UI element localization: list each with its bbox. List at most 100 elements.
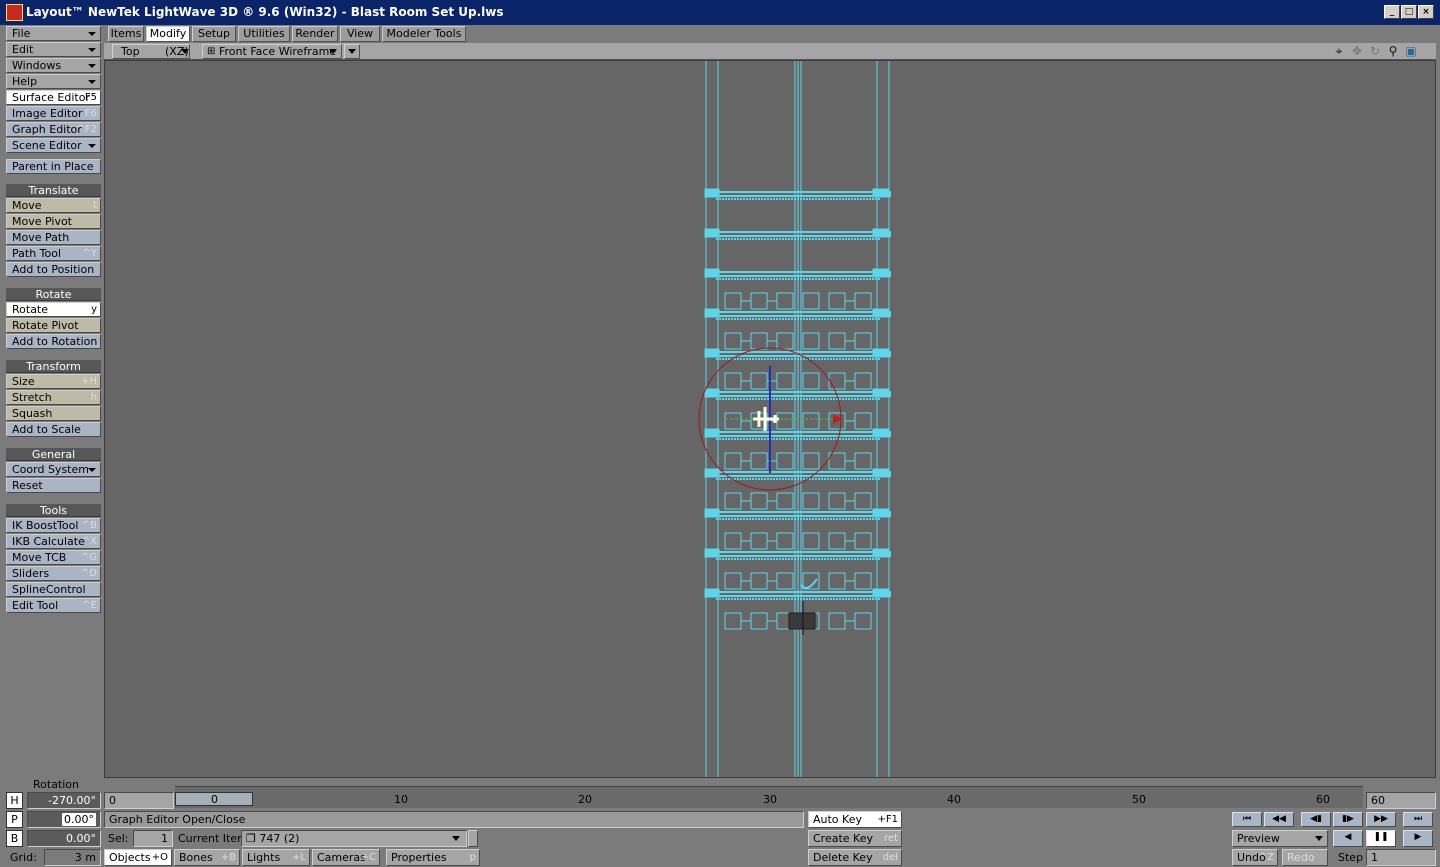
delete-key-shortcut: del [882,852,898,863]
tools-header: Tools [6,504,101,517]
lightwave-app-icon[interactable] [6,4,23,21]
tab-bar: Items Modify Setup Utilities Render View… [104,25,1440,43]
move-button[interactable]: Move t [6,198,101,213]
move-tcb-button[interactable]: Move TCB ^G [6,550,101,565]
add-to-scale-button[interactable]: Add to Scale [6,422,101,437]
tab-render[interactable]: Render [292,26,338,42]
bottom-panel: Rotation H -270.00° P 0.00° B 0.00° Grid… [0,778,1440,867]
p-channel-toggle[interactable]: P [6,811,23,828]
splinecontrol-button[interactable]: SplineControl [6,582,101,597]
cameras-button[interactable]: Cameras +C [312,849,380,866]
previous-frame-icon[interactable]: ◀▮ [1301,812,1331,827]
chevron-down-icon [1315,836,1323,841]
timeline-slider[interactable]: 0 10 20 30 40 50 60 [175,786,1363,808]
play-backward-icon[interactable]: ◀ [1333,830,1363,847]
center-item-icon[interactable]: ⌖ [1330,43,1348,60]
reset-button[interactable]: Reset [6,478,101,493]
scene-editor-button[interactable]: Scene Editor [6,138,101,153]
add-to-rotation-button[interactable]: Add to Rotation [6,334,101,349]
create-key-button[interactable]: Create Key ret [808,830,902,847]
viewport-canvas[interactable] [104,60,1436,778]
size-button[interactable]: Size +H [6,374,101,389]
timeline-tick: 20 [578,793,592,806]
pitch-field[interactable]: 0.00° [27,811,101,828]
rotate-pivot-button[interactable]: Rotate Pivot [6,318,101,333]
zoom-icon[interactable]: ⚲ [1384,43,1402,60]
add-to-position-button[interactable]: Add to Position [6,262,101,277]
bones-shortcut: +B [220,852,236,863]
step-field[interactable]: 1 [1366,849,1436,866]
play-forward-icon[interactable]: ▶ [1403,830,1433,847]
move-path-button[interactable]: Move Path [6,230,101,245]
ikb-calculate-shortcut: ^X [81,536,97,547]
parent-in-place-button[interactable]: Parent in Place [6,159,101,174]
lights-button[interactable]: Lights +L [242,849,310,866]
menu-edit-label: Edit [12,43,34,56]
render-mode-dropdown[interactable]: ⊞ Front Face Wireframe [202,44,342,59]
end-frame-field[interactable]: 60 [1366,792,1436,809]
move-label: Move [12,199,42,212]
viewport-options-dropdown[interactable] [344,44,360,59]
current-item-dropdown[interactable]: ❒ 747 (2) [241,830,467,847]
delete-key-button[interactable]: Delete Key del [808,849,902,866]
chevron-down-icon [452,836,460,841]
maximize-viewport-icon[interactable]: ▣ [1402,43,1420,60]
path-tool-shortcut: ^Y [82,248,98,259]
next-key-icon[interactable]: ▶▶ [1366,812,1396,827]
tab-modeler-tools[interactable]: Modeler Tools [382,26,466,42]
path-tool-label: Path Tool [12,247,62,260]
grid-size-field[interactable]: 3 m [44,849,101,866]
h-channel-toggle[interactable]: H [6,792,23,809]
rotate-button[interactable]: Rotate y [6,302,101,317]
rotation-label: Rotation [33,778,80,791]
properties-button[interactable]: Properties p [386,849,480,866]
rotate-view-icon[interactable]: ↻ [1366,43,1384,60]
ikb-calculate-button[interactable]: IKB Calculate ^X [6,534,101,549]
start-frame-field[interactable]: 0 [104,792,174,809]
next-frame-icon[interactable]: ▮▶ [1333,812,1363,827]
sliders-button[interactable]: Sliders ^D [6,566,101,581]
view-type-dropdown[interactable]: Top (XZ) [112,44,190,59]
tab-setup[interactable]: Setup [192,26,236,42]
surface-editor-button[interactable]: Surface Editor F5 [6,90,101,105]
previous-key-icon[interactable]: ◀◀ [1264,812,1294,827]
sliders-shortcut: ^D [80,568,97,579]
menu-file[interactable]: File [6,26,101,41]
heading-field[interactable]: -270.00° [27,792,101,809]
preview-dropdown[interactable]: Preview [1232,830,1328,847]
menu-edit[interactable]: Edit [6,42,101,57]
ik-boosttool-label: IK BoostTool [12,519,79,532]
graph-editor-button[interactable]: Graph Editor ^F2 [6,122,101,137]
pan-icon[interactable]: ✥ [1348,43,1366,60]
b-channel-toggle[interactable]: B [6,830,23,847]
first-frame-icon[interactable]: ⏮ [1232,812,1262,827]
ik-boosttool-button[interactable]: IK BoostTool ^B [6,518,101,533]
squash-button[interactable]: Squash [6,406,101,421]
edit-tool-button[interactable]: Edit Tool ^E [6,598,101,613]
path-tool-button[interactable]: Path Tool ^Y [6,246,101,261]
menu-windows[interactable]: Windows [6,58,101,73]
item-toggle-button[interactable] [468,830,478,847]
tab-utilities[interactable]: Utilities [238,26,290,42]
stretch-button[interactable]: Stretch h [6,390,101,405]
coord-system-dropdown[interactable]: Coord System [6,462,101,477]
pause-icon[interactable]: ❚❚ [1366,830,1396,847]
tab-items[interactable]: Items [108,26,144,42]
sel-count: 1 [133,830,173,847]
redo-button[interactable]: Redo [1282,849,1328,866]
undo-button[interactable]: Undo ^Z [1232,849,1278,866]
menu-help[interactable]: Help [6,74,101,89]
maximize-button[interactable]: □ [1401,5,1417,19]
tab-view[interactable]: View [340,26,380,42]
objects-button[interactable]: Objects +O [104,849,172,866]
last-frame-icon[interactable]: ⏭ [1403,812,1433,827]
tab-modify[interactable]: Modify [146,26,190,42]
image-editor-button[interactable]: Image Editor F6 [6,106,101,121]
close-button[interactable]: × [1418,5,1434,19]
auto-key-button[interactable]: Auto Key +F1 [808,811,902,828]
scene-editor-label: Scene Editor [12,139,82,152]
move-pivot-button[interactable]: Move Pivot [6,214,101,229]
bones-button[interactable]: Bones +B [174,849,240,866]
minimize-button[interactable]: _ [1384,5,1400,19]
bank-field[interactable]: 0.00° [27,830,101,847]
